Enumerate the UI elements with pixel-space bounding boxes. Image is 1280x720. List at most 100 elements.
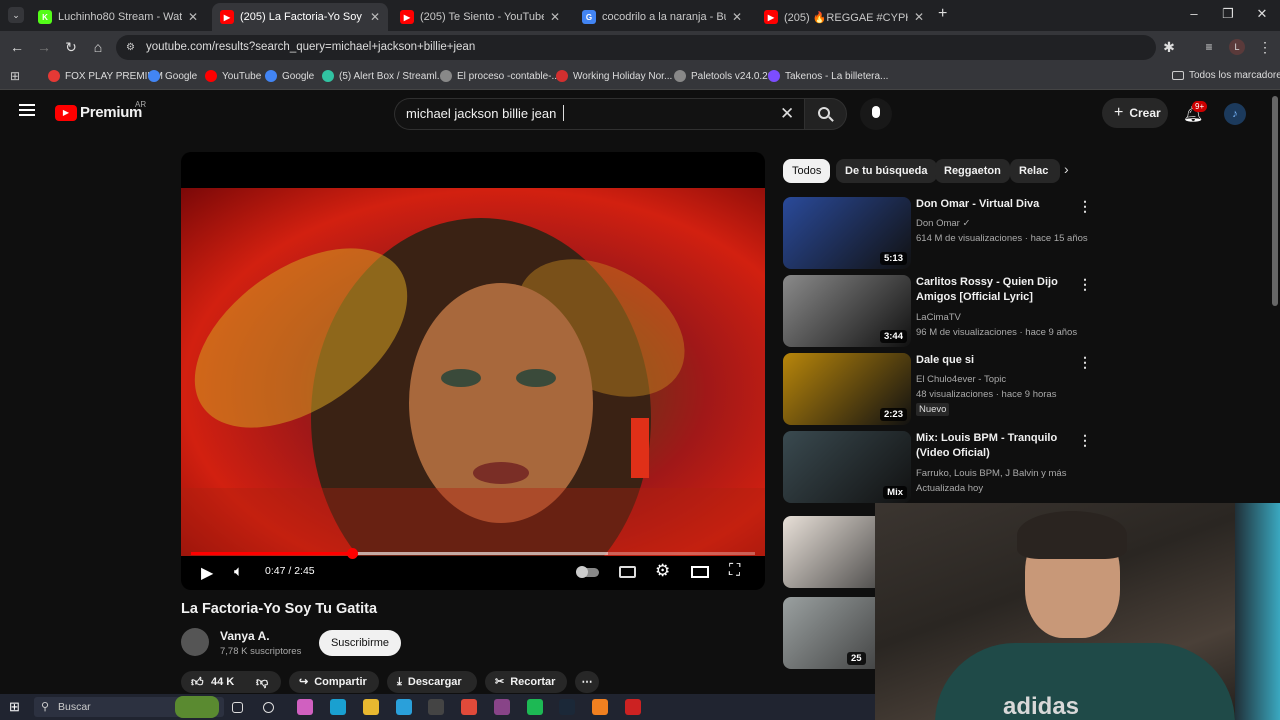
close-tab-icon[interactable]: ✕ — [732, 10, 742, 24]
video-frame[interactable] — [181, 188, 765, 556]
app-icon[interactable] — [625, 699, 641, 715]
new-tab-button[interactable]: + — [938, 5, 947, 23]
youtube-logo[interactable]: ▶ Premium — [55, 104, 142, 121]
related-thumbnail[interactable]: 5:13 — [783, 197, 911, 269]
menu-icon[interactable]: ⋮ — [1256, 38, 1274, 56]
related-title[interactable]: Dale que si — [916, 353, 1076, 368]
browser-tab[interactable]: ▶ (205) Te Siento - YouTube ✕ — [392, 3, 568, 31]
task-view-icon[interactable] — [232, 702, 243, 713]
fullscreen-icon[interactable]: ⛶ — [729, 562, 740, 580]
download-button[interactable]: ⤓ Descargar — [387, 671, 477, 693]
related-thumbnail[interactable]: 3:44 — [783, 275, 911, 347]
related-title[interactable]: Mix: Louis BPM - Tranquilo (Video Oficia… — [916, 431, 1076, 461]
copilot-icon[interactable] — [297, 699, 313, 715]
steam-icon[interactable] — [559, 699, 575, 715]
more-options-icon[interactable]: ⋮ — [1078, 354, 1092, 371]
bookmark-item[interactable]: FOX PLAY PREMIUM — [48, 70, 163, 82]
create-button[interactable]: + Crear — [1102, 98, 1168, 128]
more-actions-button[interactable]: ⋯ — [575, 671, 599, 693]
widget-icon[interactable] — [175, 696, 219, 718]
search-input[interactable]: michael jackson billie jean ✕ — [394, 98, 806, 130]
subscribe-button[interactable]: Suscribirme — [319, 630, 401, 656]
share-button[interactable]: ↪ Compartir — [289, 671, 379, 693]
browser-tab[interactable]: Gcocodrilo a la naranja - Buscar co ✕ — [574, 3, 750, 31]
browser-tab[interactable]: ▶ (205) 🔥REGGAE #CYPHER VOL.3🔥 ✕ — [756, 3, 932, 31]
bookmark-item[interactable]: Takenos - La billetera... — [768, 70, 888, 82]
related-thumbnail[interactable]: Mix — [783, 431, 911, 503]
obs-icon[interactable] — [494, 699, 510, 715]
vlc-icon[interactable] — [592, 699, 608, 715]
file-explorer-icon[interactable] — [363, 699, 379, 715]
edge-icon[interactable] — [330, 699, 346, 715]
clear-search-icon[interactable]: ✕ — [780, 99, 794, 129]
like-button[interactable]: 👍︎ 44 K 👎︎ — [181, 671, 281, 693]
all-bookmarks[interactable]: Todos los marcadores — [1172, 70, 1280, 81]
profile-avatar[interactable]: L — [1229, 39, 1245, 55]
cortana-icon[interactable] — [263, 702, 274, 713]
theater-mode-icon[interactable] — [691, 566, 709, 578]
play-icon[interactable]: ▶ — [201, 563, 213, 583]
forward-icon[interactable]: → — [35, 38, 53, 56]
notifications-button[interactable]: 🔔︎ 9+ — [1183, 101, 1208, 124]
bookmark-item[interactable]: Google — [148, 70, 197, 82]
telegram-icon[interactable] — [396, 699, 412, 715]
related-channel[interactable]: Farruko, Louis BPM, J Balvin y más — [916, 468, 1066, 479]
bookmark-item[interactable]: Paletools v24.0.29 — [674, 70, 773, 82]
bookmark-item[interactable]: Google — [265, 70, 314, 82]
more-options-icon[interactable]: ⋮ — [1078, 276, 1092, 293]
bookmark-item[interactable]: (5) Alert Box / Streaml... — [322, 70, 445, 82]
related-title[interactable]: Carlitos Rossy - Quien Dijo Amigos [Offi… — [916, 275, 1076, 305]
thumbs-down-icon[interactable]: 👎︎ — [256, 671, 268, 693]
site-info-icon[interactable]: ⚙ — [126, 35, 135, 60]
clip-button[interactable]: ✂ Recortar — [485, 671, 567, 693]
chevron-right-icon[interactable]: › — [1064, 161, 1069, 177]
bookmark-item[interactable]: El proceso -contable-... — [440, 70, 560, 82]
progress-bar[interactable] — [191, 548, 755, 559]
minimize-button[interactable]: – — [1184, 6, 1204, 21]
more-options-icon[interactable]: ⋮ — [1078, 198, 1092, 215]
home-icon[interactable]: ⌂ — [89, 38, 107, 56]
close-tab-icon[interactable]: ✕ — [550, 10, 560, 24]
app-icon[interactable] — [428, 699, 444, 715]
browser-tab[interactable]: ▶ (205) La Factoria-Yo Soy Tu Gatita ✕ — [212, 3, 388, 31]
start-icon[interactable]: ⊞ — [9, 699, 25, 715]
search-button[interactable] — [804, 98, 847, 130]
filter-chip[interactable]: Todos — [783, 159, 831, 183]
close-tab-icon[interactable]: ✕ — [914, 10, 924, 24]
spotify-icon[interactable] — [527, 699, 543, 715]
subtitles-icon[interactable] — [619, 566, 636, 578]
channel-name[interactable]: Vanya A. — [220, 629, 270, 643]
bookmark-item[interactable]: YouTube — [205, 70, 261, 82]
autoplay-toggle[interactable] — [576, 566, 599, 578]
extensions-icon[interactable]: ✱ — [1160, 38, 1178, 56]
bookmark-item[interactable]: Working Holiday Nor... — [556, 70, 672, 82]
filter-chip[interactable]: Reggaeton — [935, 159, 1010, 183]
more-options-icon[interactable]: ⋮ — [1078, 432, 1092, 449]
channel-avatar[interactable] — [181, 628, 209, 656]
address-bar[interactable]: ⚙ youtube.com/results?search_query=micha… — [116, 35, 1156, 60]
filter-chip[interactable]: Relac — [1010, 159, 1060, 183]
page-scrollbar[interactable] — [1272, 96, 1278, 306]
related-thumbnail[interactable]: 2:23 — [783, 353, 911, 425]
hamburger-icon[interactable] — [19, 104, 35, 116]
tab-search-dropdown[interactable]: ⌄ — [8, 7, 24, 23]
close-tab-icon[interactable]: ✕ — [370, 10, 380, 24]
related-title[interactable]: Don Omar - Virtual Diva — [916, 197, 1076, 212]
close-window-button[interactable]: ✕ — [1252, 6, 1272, 22]
volume-icon[interactable]: 🔈︎ — [234, 563, 243, 580]
apps-icon[interactable]: ⊞ — [10, 69, 20, 83]
related-channel[interactable]: El Chulo4ever - Topic — [916, 374, 1006, 385]
related-channel[interactable]: LaCimaTV — [916, 312, 961, 323]
account-avatar[interactable]: ♪ — [1224, 103, 1246, 125]
video-player[interactable]: ▶ 🔈︎ 0:47 / 2:45 ⚙ ⛶ — [181, 152, 765, 590]
browser-tab[interactable]: K Luchinho80 Stream - Watch Live o ✕ — [30, 3, 206, 31]
media-icon[interactable]: ≡ — [1200, 38, 1218, 56]
settings-icon[interactable]: ⚙ — [655, 561, 670, 581]
voice-search-button[interactable] — [860, 98, 892, 130]
back-icon[interactable]: ← — [8, 38, 26, 56]
close-tab-icon[interactable]: ✕ — [188, 10, 198, 24]
chrome-icon[interactable] — [461, 699, 477, 715]
restore-button[interactable]: ❐ — [1218, 6, 1238, 22]
related-channel[interactable]: Don Omar ✓ — [916, 218, 970, 229]
filter-chip[interactable]: De tu búsqueda — [836, 159, 937, 183]
